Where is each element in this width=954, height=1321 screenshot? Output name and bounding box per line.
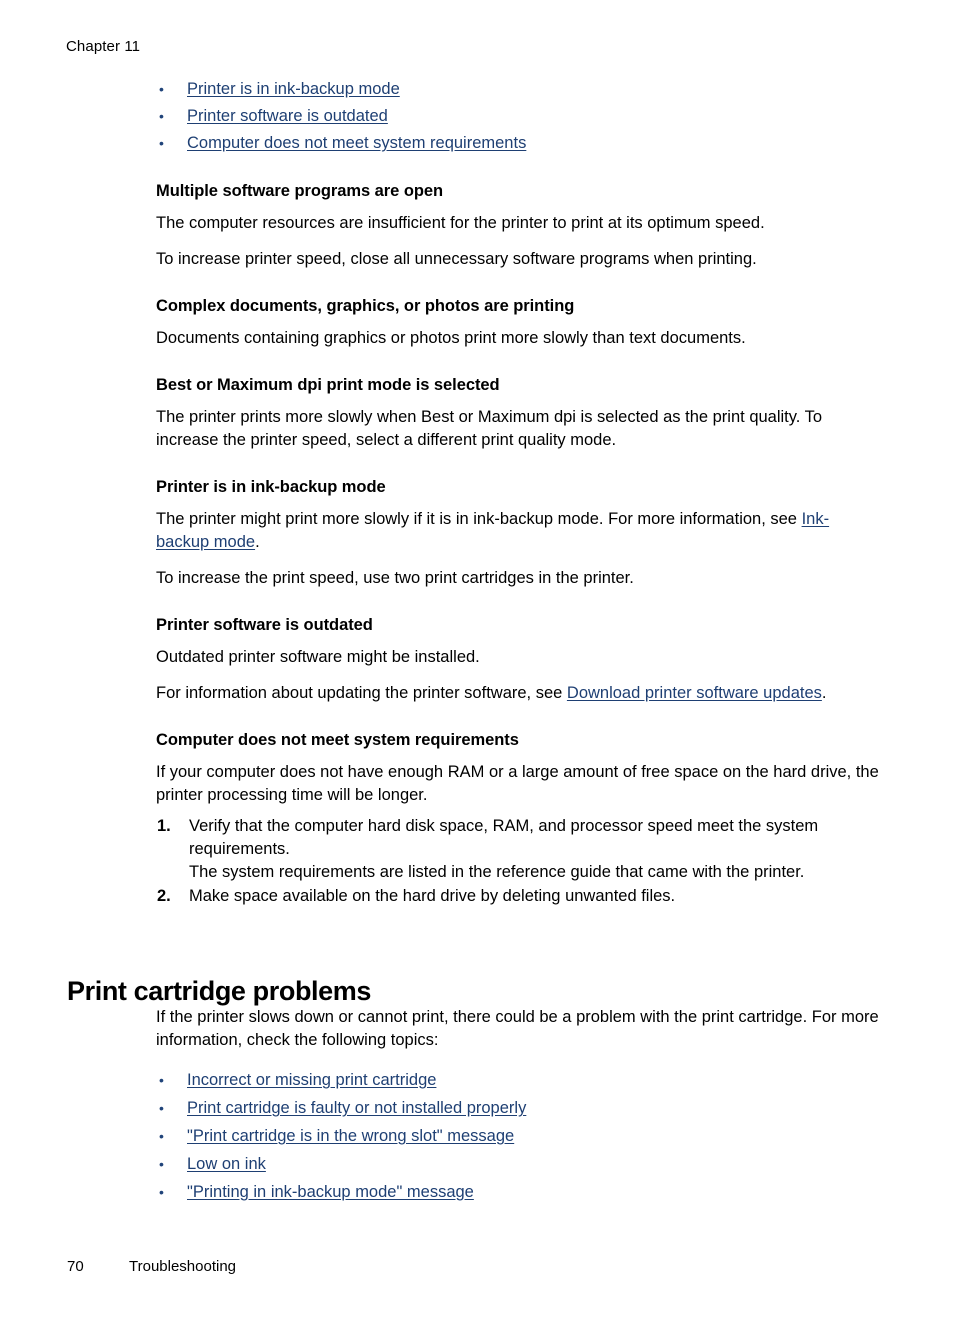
- link-computer-does-not-meet-system-requirements[interactable]: Computer does not meet system requiremen…: [187, 134, 526, 152]
- bullet-icon: •: [159, 1128, 164, 1144]
- link-printing-in-ink-backup-mode-message[interactable]: "Printing in ink-backup mode" message: [187, 1183, 474, 1201]
- list-item[interactable]: • Print cartridge is faulty or not insta…: [156, 1097, 882, 1119]
- procedure-step: 1. Verify that the computer hard disk sp…: [156, 815, 882, 884]
- body-paragraph: To increase the print speed, use two pri…: [156, 569, 634, 587]
- section-heading: Multiple software programs are open: [156, 182, 444, 200]
- section-best-or-maximum-dpi: Best or Maximum dpi print mode is select…: [156, 374, 882, 452]
- body-paragraph: To increase printer speed, close all unn…: [156, 250, 757, 268]
- link-print-cartridge-wrong-slot-message[interactable]: "Print cartridge is in the wrong slot" m…: [187, 1127, 514, 1145]
- link-incorrect-or-missing-print-cartridge[interactable]: Incorrect or missing print cartridge: [187, 1071, 436, 1089]
- step-number: 2.: [157, 887, 171, 905]
- section-heading: Printer is in ink-backup mode: [156, 478, 386, 496]
- section-complex-documents: Complex documents, graphics, or photos a…: [156, 295, 882, 350]
- section-heading: Best or Maximum dpi print mode is select…: [156, 376, 500, 394]
- step-number: 1.: [157, 817, 171, 835]
- procedure-list: 1. Verify that the computer hard disk sp…: [156, 815, 882, 908]
- page-footer: 70 Troubleshooting: [67, 1257, 236, 1277]
- link-printer-is-in-ink-backup-mode[interactable]: Printer is in ink-backup mode: [187, 80, 400, 98]
- paragraph-text-suffix: .: [821, 684, 827, 702]
- list-item[interactable]: • "Print cartridge is in the wrong slot"…: [156, 1125, 882, 1147]
- bullet-icon: •: [159, 1100, 164, 1116]
- section-heading: Complex documents, graphics, or photos a…: [156, 297, 575, 315]
- body-paragraph: The computer resources are insufficient …: [156, 214, 765, 232]
- bullet-icon: •: [159, 1184, 164, 1200]
- section-heading: Computer does not meet system requiremen…: [156, 731, 519, 749]
- document-page: Chapter 11 • Printer is in ink-backup mo…: [0, 0, 954, 1321]
- list-item[interactable]: • Computer does not meet system requirem…: [156, 132, 882, 154]
- bullet-icon: •: [159, 81, 164, 97]
- topic-link-list-top: • Printer is in ink-backup mode • Printe…: [156, 78, 882, 154]
- procedure-step: 2. Make space available on the hard driv…: [156, 885, 882, 908]
- bullet-icon: •: [159, 1156, 164, 1172]
- body-paragraph: Documents containing graphics or photos …: [156, 329, 746, 347]
- topic-link-list-bottom: • Incorrect or missing print cartridge •…: [156, 1069, 882, 1203]
- body-paragraph-with-link: The printer might print more slowly if i…: [156, 508, 882, 554]
- list-item[interactable]: • "Printing in ink-backup mode" message: [156, 1181, 882, 1203]
- section-printer-in-ink-backup-mode: Printer is in ink-backup mode The printe…: [156, 476, 882, 590]
- link-printer-software-is-outdated[interactable]: Printer software is outdated: [187, 107, 388, 125]
- step-text: Verify that the computer hard disk space…: [189, 817, 819, 858]
- body-paragraph: If your computer does not have enough RA…: [156, 763, 879, 804]
- section-computer-does-not-meet-requirements: Computer does not meet system requiremen…: [156, 729, 882, 908]
- paragraph-text-prefix: For information about updating the print…: [156, 684, 567, 702]
- section-printer-software-outdated: Printer software is outdated Outdated pr…: [156, 614, 882, 705]
- body-paragraph-with-link: For information about updating the print…: [156, 682, 882, 705]
- list-item[interactable]: • Incorrect or missing print cartridge: [156, 1069, 882, 1091]
- link-print-cartridge-is-faulty[interactable]: Print cartridge is faulty or not install…: [187, 1099, 526, 1117]
- body-paragraph: If the printer slows down or cannot prin…: [156, 1008, 879, 1049]
- list-item[interactable]: • Low on ink: [156, 1153, 882, 1175]
- bullet-icon: •: [159, 108, 164, 124]
- step-text: Make space available on the hard drive b…: [189, 887, 676, 905]
- page-title: Print cartridge problems: [67, 976, 371, 1007]
- footer-section-name: Troubleshooting: [129, 1258, 237, 1275]
- step-sub-text: The system requirements are listed in th…: [189, 863, 805, 881]
- body-paragraph: The printer prints more slowly when Best…: [156, 408, 823, 449]
- footer-page-number: 70: [67, 1258, 84, 1275]
- main-content-column: • Printer is in ink-backup mode • Printe…: [156, 78, 882, 909]
- paragraph-text-suffix: .: [255, 533, 260, 551]
- bullet-icon: •: [159, 1072, 164, 1088]
- body-paragraph: Outdated printer software might be insta…: [156, 648, 480, 666]
- list-item[interactable]: • Printer software is outdated: [156, 105, 882, 127]
- section-heading: Printer software is outdated: [156, 616, 373, 634]
- bullet-icon: •: [159, 135, 164, 151]
- link-low-on-ink[interactable]: Low on ink: [187, 1155, 266, 1173]
- section-multiple-software-programs: Multiple software programs are open The …: [156, 180, 882, 271]
- chapter-header: Chapter 11: [66, 38, 141, 55]
- print-cartridge-section: If the printer slows down or cannot prin…: [156, 1006, 882, 1209]
- paragraph-text-prefix: The printer might print more slowly if i…: [156, 510, 802, 528]
- list-item[interactable]: • Printer is in ink-backup mode: [156, 78, 882, 100]
- link-download-printer-software-updates[interactable]: Download printer software updates: [567, 684, 822, 702]
